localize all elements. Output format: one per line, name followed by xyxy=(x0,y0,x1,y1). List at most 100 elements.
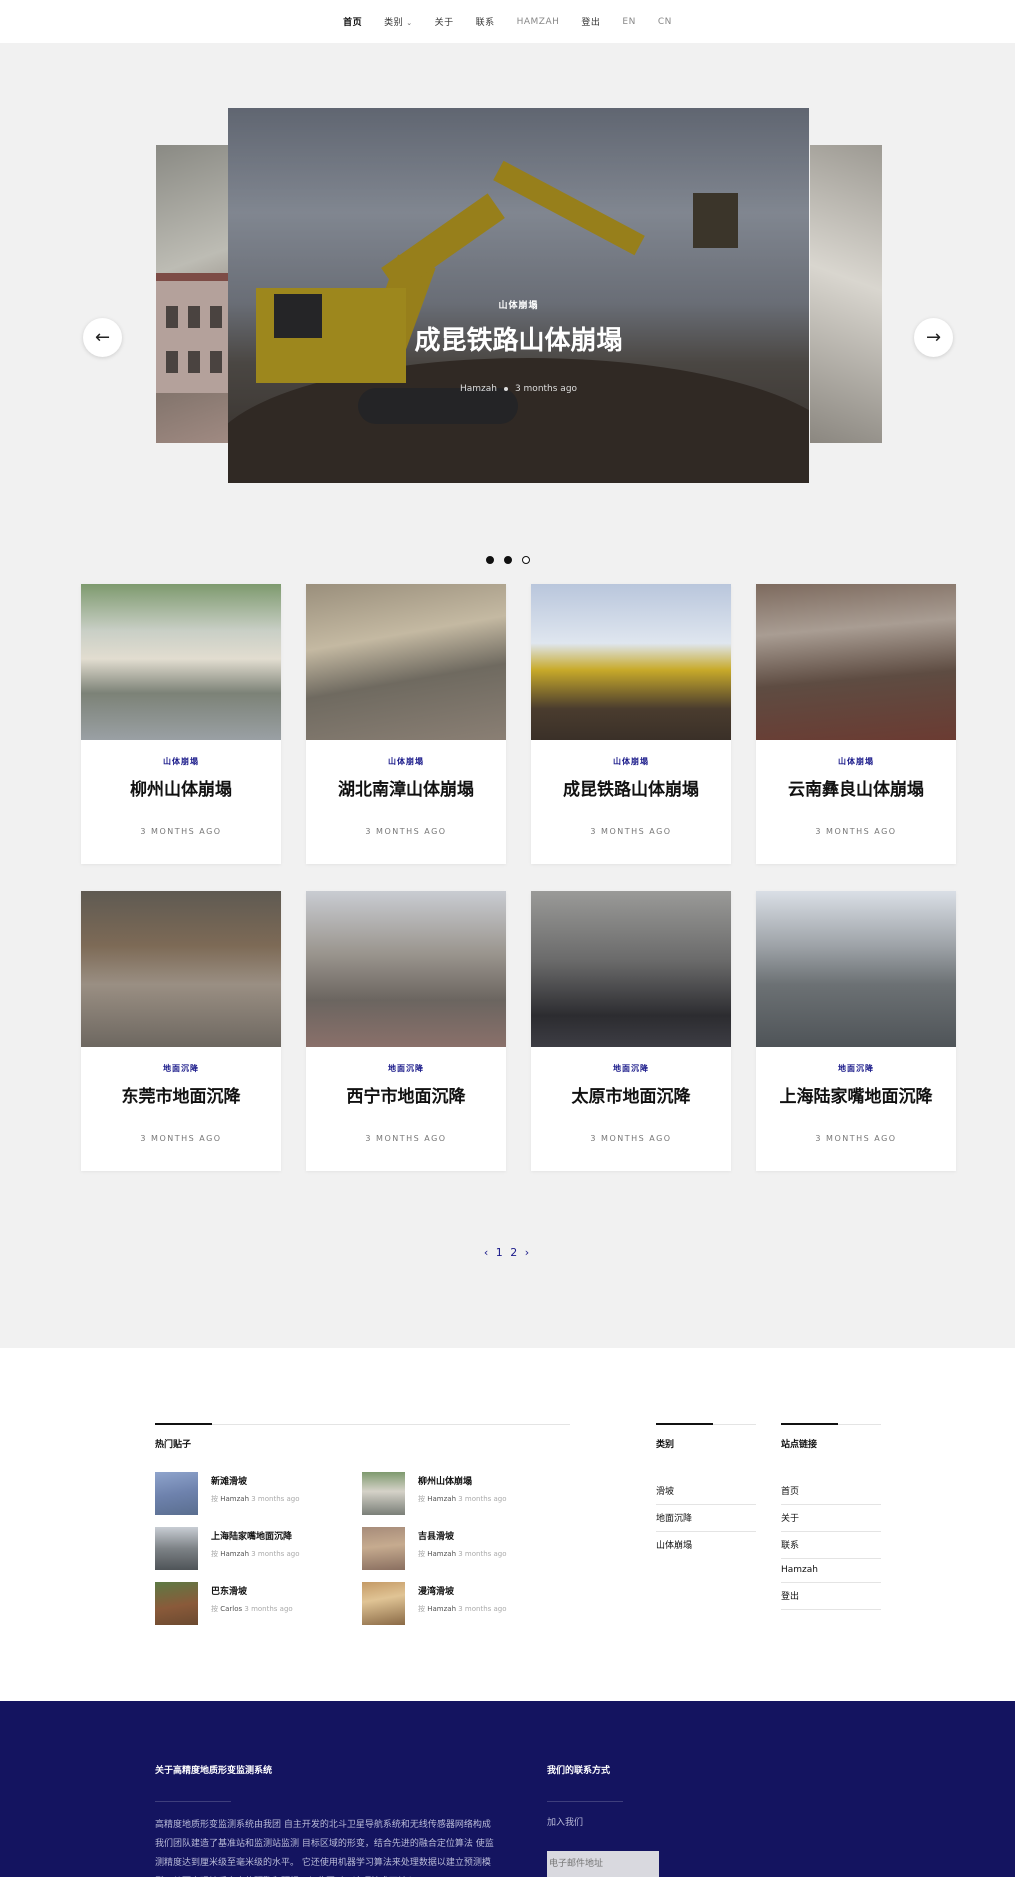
post-card[interactable]: 地面沉降东莞市地面沉降 3 MONTHS AGO xyxy=(81,891,281,1171)
hot-post-author[interactable]: Hamzah xyxy=(220,1550,249,1558)
hot-posts-title: 热门贴子 xyxy=(155,1440,192,1450)
post-category[interactable]: 地面沉降 xyxy=(531,1063,731,1074)
post-thumbnail[interactable] xyxy=(306,891,506,1047)
post-date: 3 MONTHS AGO xyxy=(815,827,897,836)
hot-post-title[interactable]: 巴东滑坡 xyxy=(211,1584,293,1597)
post-date: 3 MONTHS AGO xyxy=(590,1134,672,1143)
nav-lang-en[interactable]: EN xyxy=(622,17,635,27)
slide-time: 3 months ago xyxy=(514,384,578,394)
hot-post-item[interactable]: 巴东滑坡按 Carlos 3 months ago xyxy=(155,1582,362,1625)
hot-post-item[interactable]: 新滩滑坡按 Hamzah 3 months ago xyxy=(155,1472,362,1515)
previous-slide-image[interactable] xyxy=(156,145,228,443)
post-category[interactable]: 山体崩塌 xyxy=(306,756,506,767)
pagination-next[interactable]: › xyxy=(525,1246,531,1259)
hot-post-author[interactable]: Carlos xyxy=(220,1605,242,1613)
post-category[interactable]: 山体崩塌 xyxy=(81,756,281,767)
site-links-list: 首页 关于 联系 Hamzah 登出 xyxy=(781,1478,881,1610)
slider-dot-1[interactable] xyxy=(485,556,494,564)
hot-post-item[interactable]: 柳州山体崩塌按 Hamzah 3 months ago xyxy=(362,1472,569,1515)
post-card[interactable]: 山体崩塌 成昆铁路山体崩塌 3 MONTHS AGO xyxy=(531,584,731,864)
post-title[interactable]: 柳州山体崩塌 xyxy=(81,775,281,800)
nav-user[interactable]: HAMZAH xyxy=(517,17,560,27)
hot-post-item[interactable]: 漫湾滑坡按 Hamzah 3 months ago xyxy=(362,1582,569,1625)
post-card[interactable]: 山体崩塌 柳州山体崩塌 3 MONTHS AGO xyxy=(81,584,281,864)
hot-post-title[interactable]: 漫湾滑坡 xyxy=(418,1584,507,1597)
post-title[interactable]: 云南彝良山体崩塌 xyxy=(756,775,956,800)
hot-post-thumbnail[interactable] xyxy=(362,1527,405,1570)
categories-widget: 类别 滑坡 地面沉降 山体崩塌 xyxy=(656,1423,756,1558)
nav-logout[interactable]: 登出 xyxy=(581,15,600,28)
hot-post-title[interactable]: 吉县滑坡 xyxy=(418,1529,507,1542)
nav-contact[interactable]: 联系 xyxy=(476,15,495,28)
category-link-subsidence[interactable]: 地面沉降 xyxy=(656,1505,756,1532)
slider-dot-2[interactable] xyxy=(503,556,512,564)
hot-post-title[interactable]: 上海陆家嘴地面沉降 xyxy=(211,1529,300,1542)
nav-home[interactable]: 首页 xyxy=(343,15,362,28)
post-category[interactable]: 山体崩塌 xyxy=(531,756,731,767)
post-thumbnail[interactable] xyxy=(81,584,281,740)
post-thumbnail[interactable] xyxy=(756,891,956,1047)
hot-post-meta: 按 Hamzah 3 months ago xyxy=(211,1494,300,1504)
post-title[interactable]: 湖北南漳山体崩塌 xyxy=(306,775,506,800)
post-category[interactable]: 地面沉降 xyxy=(756,1063,956,1074)
post-card[interactable]: 山体崩塌云南彝良山体崩塌 3 MONTHS AGO xyxy=(756,584,956,864)
slide-category[interactable]: 山体崩塌 xyxy=(228,298,809,311)
hot-post-item[interactable]: 上海陆家嘴地面沉降按 Hamzah 3 months ago xyxy=(155,1527,362,1570)
widget-divider xyxy=(155,1423,570,1425)
post-thumbnail[interactable] xyxy=(531,891,731,1047)
slide-author[interactable]: Hamzah xyxy=(460,384,497,394)
post-card[interactable]: 山体崩塌 湖北南漳山体崩塌 3 MONTHS AGO xyxy=(306,584,506,864)
post-card[interactable]: 地面沉降 西宁市地面沉降 3 MONTHS AGO xyxy=(306,891,506,1171)
site-link-about[interactable]: 关于 xyxy=(781,1505,881,1532)
post-category[interactable]: 山体崩塌 xyxy=(756,756,956,767)
category-link-collapse[interactable]: 山体崩塌 xyxy=(656,1532,756,1558)
hot-post-thumbnail[interactable] xyxy=(155,1527,198,1570)
post-thumbnail[interactable] xyxy=(531,584,731,740)
nav-lang-cn[interactable]: CN xyxy=(658,17,672,27)
hot-post-title[interactable]: 新滩滑坡 xyxy=(211,1474,300,1487)
post-title[interactable]: 西宁市地面沉降 xyxy=(306,1082,506,1107)
slider-next-button[interactable]: → xyxy=(914,318,953,357)
site-link-contact[interactable]: 联系 xyxy=(781,1532,881,1559)
hot-post-thumbnail[interactable] xyxy=(155,1472,198,1515)
hot-post-thumbnail[interactable] xyxy=(362,1582,405,1625)
post-thumbnail[interactable] xyxy=(756,584,956,740)
hot-post-item[interactable]: 吉县滑坡按 Hamzah 3 months ago xyxy=(362,1527,569,1570)
hot-post-author[interactable]: Hamzah xyxy=(427,1495,456,1503)
hot-post-author[interactable]: Hamzah xyxy=(220,1495,249,1503)
post-title[interactable]: 上海陆家嘴地面沉降 xyxy=(756,1082,956,1107)
post-card[interactable]: 地面沉降太原市地面沉降 3 MONTHS AGO xyxy=(531,891,731,1171)
post-thumbnail[interactable] xyxy=(81,891,281,1047)
post-title[interactable]: 成昆铁路山体崩塌 xyxy=(531,775,731,800)
post-title[interactable]: 东莞市地面沉降 xyxy=(81,1082,281,1107)
site-link-user[interactable]: Hamzah xyxy=(781,1559,881,1583)
slider-dot-3[interactable] xyxy=(521,556,530,564)
join-us-label: 加入我们 xyxy=(547,1818,584,1828)
post-card[interactable]: 地面沉降 上海陆家嘴地面沉降 3 MONTHS AGO xyxy=(756,891,956,1171)
email-field[interactable] xyxy=(547,1851,659,1877)
pagination-prev[interactable]: ‹ xyxy=(484,1246,490,1259)
post-title[interactable]: 太原市地面沉降 xyxy=(531,1082,731,1107)
site-link-logout[interactable]: 登出 xyxy=(781,1583,881,1610)
hot-post-time: 3 months ago xyxy=(458,1605,507,1613)
next-slide-image[interactable] xyxy=(810,145,882,443)
hot-post-author[interactable]: Hamzah xyxy=(427,1605,456,1613)
post-date: 3 MONTHS AGO xyxy=(140,1134,222,1143)
hot-post-thumbnail[interactable] xyxy=(362,1472,405,1515)
nav-category[interactable]: 类别 ⌄ xyxy=(384,15,412,28)
slider-prev-button[interactable]: ← xyxy=(83,318,122,357)
footer-about: 关于高精度地质形变监测系统 高精度地质形变监测系统由我团 自主开发的北斗卫星导航… xyxy=(155,1763,495,1877)
hot-post-title[interactable]: 柳州山体崩塌 xyxy=(418,1474,507,1487)
category-link-landslide[interactable]: 滑坡 xyxy=(656,1478,756,1505)
site-link-home[interactable]: 首页 xyxy=(781,1478,881,1505)
post-category[interactable]: 地面沉降 xyxy=(306,1063,506,1074)
post-thumbnail[interactable] xyxy=(306,584,506,740)
hot-post-author[interactable]: Hamzah xyxy=(427,1550,456,1558)
nav-about[interactable]: 关于 xyxy=(435,15,454,28)
pagination-page-2[interactable]: 2 xyxy=(510,1246,519,1259)
slide-title[interactable]: 成昆铁路山体崩塌 xyxy=(228,320,809,357)
current-slide-image[interactable] xyxy=(228,108,809,483)
pagination-page-1[interactable]: 1 xyxy=(496,1246,505,1259)
hot-post-thumbnail[interactable] xyxy=(155,1582,198,1625)
post-category[interactable]: 地面沉降 xyxy=(81,1063,281,1074)
